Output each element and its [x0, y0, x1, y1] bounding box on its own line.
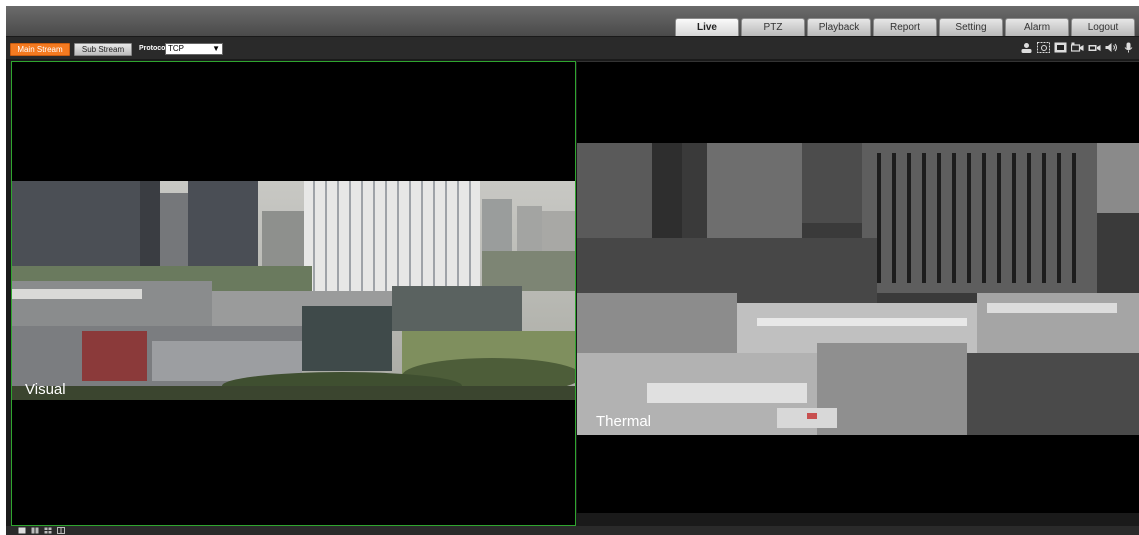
fullscreen-icon[interactable] [1054, 42, 1067, 53]
grid-view-icon[interactable] [57, 527, 65, 534]
tab-setting[interactable]: Setting [939, 18, 1003, 36]
top-header: Live PTZ Playback Report Setting Alarm L… [6, 6, 1139, 36]
protocol-value: TCP [168, 44, 184, 53]
live-view-app: Live PTZ Playback Report Setting Alarm L… [6, 6, 1139, 535]
chevron-down-icon: ▼ [212, 44, 220, 53]
thermal-caption: Thermal [596, 413, 652, 430]
quad-view-icon[interactable] [44, 527, 52, 534]
audio-icon[interactable] [1105, 42, 1118, 53]
tool-icons [1016, 42, 1135, 53]
layout-icons [18, 527, 70, 534]
sub-stream-button[interactable]: Sub Stream [74, 43, 132, 56]
tab-report[interactable]: Report [873, 18, 937, 36]
thermal-camera-feed [577, 143, 1139, 435]
snapshot-icon[interactable] [1088, 42, 1101, 53]
visual-caption: Visual [25, 381, 66, 398]
tab-alarm[interactable]: Alarm [1005, 18, 1069, 36]
video-pane-thermal[interactable]: Thermal [577, 61, 1139, 513]
main-stream-button[interactable]: Main Stream [10, 43, 70, 56]
main-nav: Live PTZ Playback Report Setting Alarm L… [673, 18, 1135, 36]
user-icon[interactable] [1020, 42, 1033, 53]
protocol-label: Protocol [139, 45, 168, 52]
bottom-toolbar [6, 526, 1139, 535]
split-view-icon[interactable] [31, 527, 39, 534]
protocol-select[interactable]: TCP ▼ [165, 43, 223, 55]
record-icon[interactable] [1071, 42, 1084, 53]
tab-live[interactable]: Live [675, 18, 739, 36]
microphone-icon[interactable] [1122, 42, 1135, 53]
visual-camera-feed [12, 181, 575, 400]
single-view-icon[interactable] [18, 527, 26, 534]
tab-ptz[interactable]: PTZ [741, 18, 805, 36]
tab-logout[interactable]: Logout [1071, 18, 1135, 36]
video-pane-visual[interactable]: Visual [11, 61, 576, 526]
stream-toolbar: Main Stream Sub Stream Protocol TCP ▼ [6, 37, 1139, 59]
fisheye-icon[interactable] [1037, 42, 1050, 53]
tab-playback[interactable]: Playback [807, 18, 871, 36]
